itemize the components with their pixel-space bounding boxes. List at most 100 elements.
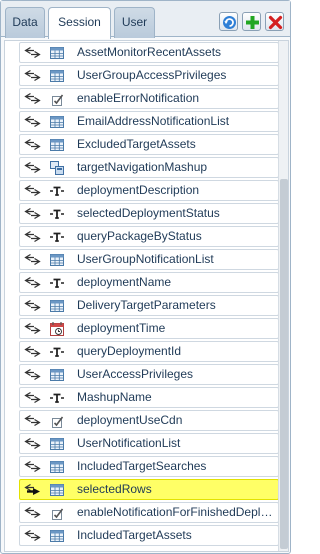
- drag-arrows-icon[interactable]: [24, 184, 41, 197]
- list-item[interactable]: selectedRows: [19, 479, 278, 500]
- list-item-label: AssetMonitorRecentAssets: [77, 45, 222, 59]
- drag-arrows-icon[interactable]: [24, 529, 41, 542]
- list-item-label: UserNotificationList: [77, 436, 181, 450]
- table-icon: [49, 45, 65, 61]
- list-item-label: deploymentUseCdn: [77, 413, 183, 427]
- list-item[interactable]: UserNotificationList: [19, 433, 278, 454]
- table-icon: [49, 252, 65, 268]
- text-icon: [49, 229, 65, 245]
- list-item-label: UserAccessPrivileges: [77, 367, 194, 381]
- drag-arrows-icon[interactable]: [24, 506, 41, 519]
- list-item-label: IncludedTargetAssets: [77, 528, 192, 542]
- list-item[interactable]: UserAccessPrivileges: [19, 364, 278, 385]
- drag-arrows-icon[interactable]: [24, 460, 41, 473]
- table-icon: [49, 367, 65, 383]
- session-panel: Data Session User AssetMonitorRecentAsse…: [0, 0, 291, 554]
- tab-session[interactable]: Session: [48, 7, 111, 39]
- list-viewport: AssetMonitorRecentAssets UserGroupAccessP…: [5, 41, 278, 551]
- list-item[interactable]: ExcludedTargetAssets: [19, 134, 278, 155]
- drag-arrows-icon[interactable]: [24, 299, 41, 312]
- delete-button[interactable]: [265, 12, 284, 31]
- text-icon: [49, 390, 65, 406]
- list-item-label: queryPackageByStatus: [77, 229, 202, 243]
- list-item[interactable]: MashupName: [19, 387, 278, 408]
- drag-arrows-icon[interactable]: [24, 230, 41, 243]
- text-icon: [49, 275, 65, 291]
- list-item[interactable]: EmailAddressNotificationList: [19, 111, 278, 132]
- list-item[interactable]: queryPackageByStatus: [19, 226, 278, 247]
- table-icon: [49, 298, 65, 314]
- drag-arrows-icon[interactable]: [24, 115, 41, 128]
- list-item-label: deploymentTime: [77, 321, 166, 335]
- list-item-label: deploymentName: [77, 275, 172, 289]
- drag-arrows-icon[interactable]: [24, 161, 41, 174]
- list-item[interactable]: enableNotificationForFinishedDeployme...: [19, 502, 278, 523]
- list-item[interactable]: deploymentName: [19, 272, 278, 293]
- text-icon: [49, 344, 65, 360]
- drag-arrows-icon[interactable]: [24, 483, 41, 496]
- list-item[interactable]: deploymentDescription: [19, 180, 278, 201]
- list-item-label: enableNotificationForFinishedDeployme...: [77, 505, 275, 519]
- text-icon: [49, 206, 65, 222]
- list-item[interactable]: deploymentTime: [19, 318, 278, 339]
- list-item-label: IncludedTargetSearches: [77, 459, 207, 473]
- list-item[interactable]: targetNavigationMashup: [19, 157, 278, 178]
- drag-arrows-icon[interactable]: [24, 276, 41, 289]
- drag-arrows-icon[interactable]: [24, 207, 41, 220]
- tab-data[interactable]: Data: [5, 7, 45, 38]
- refresh-button[interactable]: [219, 12, 238, 31]
- list-item-label: DeliveryTargetParameters: [77, 298, 216, 312]
- drag-arrows-icon[interactable]: [24, 69, 41, 82]
- table-icon: [49, 137, 65, 153]
- table-icon: [49, 482, 65, 498]
- drag-arrows-icon[interactable]: [24, 368, 41, 381]
- list-item-label: deploymentDescription: [77, 183, 200, 197]
- table-icon: [49, 528, 65, 544]
- list-item[interactable]: queryDeploymentId: [19, 341, 278, 362]
- list-item-label: ExcludedTargetAssets: [77, 137, 196, 151]
- list-item[interactable]: IncludedTargetSearches: [19, 456, 278, 477]
- list-item[interactable]: enableErrorNotification: [19, 88, 278, 109]
- list-item-label: selectedRows: [77, 482, 152, 496]
- list-item[interactable]: deploymentUseCdn: [19, 410, 278, 431]
- list-item-label: selectedDeploymentStatus: [77, 206, 220, 220]
- vertical-scrollbar[interactable]: [278, 41, 288, 551]
- mashup-icon: [49, 160, 65, 176]
- checkbox-icon: [49, 413, 65, 429]
- add-button[interactable]: [242, 12, 261, 31]
- table-icon: [49, 436, 65, 452]
- calendar-icon: [49, 321, 65, 337]
- list-item[interactable]: UserGroupAccessPrivileges: [19, 65, 278, 86]
- list-item-label: UserGroupAccessPrivileges: [77, 68, 227, 82]
- checkbox-icon: [49, 91, 65, 107]
- table-icon: [49, 68, 65, 84]
- list-item[interactable]: IncludedTargetAssets: [19, 525, 278, 546]
- list-item-label: UserGroupNotificationList: [77, 252, 214, 266]
- refresh-icon: [223, 16, 236, 29]
- tab-user[interactable]: User: [114, 7, 155, 38]
- scrollbar-thumb[interactable]: [280, 179, 288, 549]
- list-item[interactable]: UserGroupNotificationList: [19, 249, 278, 270]
- drag-arrows-icon[interactable]: [24, 322, 41, 335]
- drag-arrows-icon[interactable]: [24, 138, 41, 151]
- session-parameter-list: AssetMonitorRecentAssets UserGroupAccessP…: [4, 40, 289, 552]
- checkbox-icon: [49, 505, 65, 521]
- drag-arrows-icon[interactable]: [24, 345, 41, 358]
- drag-arrows-icon[interactable]: [24, 437, 41, 450]
- drag-arrows-icon[interactable]: [24, 391, 41, 404]
- list-item-label: queryDeploymentId: [77, 344, 182, 358]
- drag-arrows-icon[interactable]: [24, 92, 41, 105]
- text-icon: [49, 183, 65, 199]
- drag-arrows-icon[interactable]: [24, 253, 41, 266]
- drag-arrows-icon[interactable]: [24, 414, 41, 427]
- table-icon: [49, 459, 65, 475]
- list-item[interactable]: AssetMonitorRecentAssets: [19, 42, 278, 63]
- list-item-label: enableErrorNotification: [77, 91, 200, 105]
- list-item-label: MashupName: [77, 390, 152, 404]
- list-item[interactable]: selectedDeploymentStatus: [19, 203, 278, 224]
- drag-arrows-icon[interactable]: [24, 46, 41, 59]
- list-item[interactable]: DeliveryTargetParameters: [19, 295, 278, 316]
- delete-icon: [268, 15, 283, 30]
- add-icon: [246, 16, 259, 29]
- tab-bar: Data Session User: [1, 1, 290, 39]
